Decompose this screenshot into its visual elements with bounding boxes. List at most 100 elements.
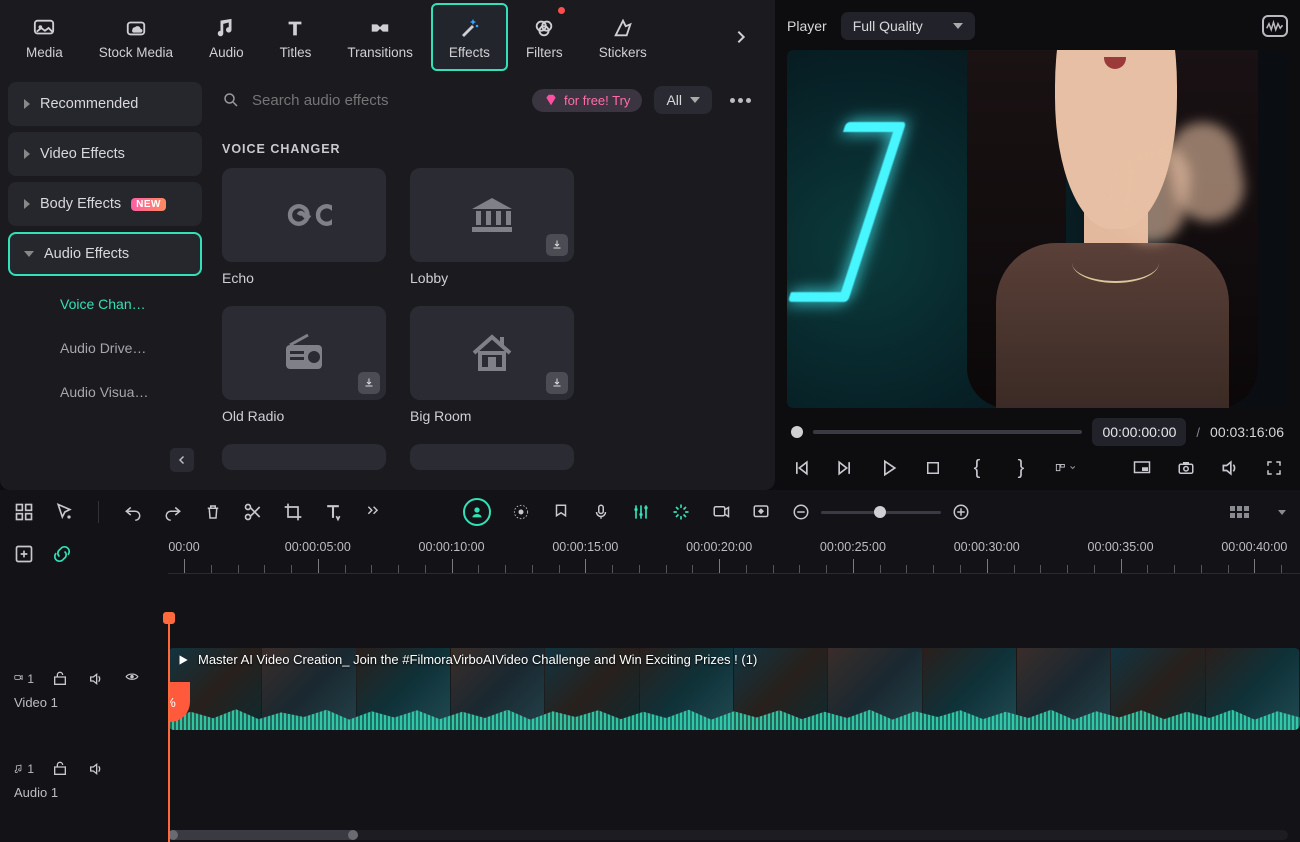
sidebar-sub-audio-visual[interactable]: Audio Visua… xyxy=(8,370,202,414)
effect-card-hidden[interactable] xyxy=(222,444,386,470)
effect-label: Old Radio xyxy=(222,408,386,424)
track-mute-button[interactable] xyxy=(86,759,106,779)
zoom-out-button[interactable] xyxy=(791,502,811,522)
sidebar-item-video-effects[interactable]: Video Effects xyxy=(8,132,202,176)
play-button[interactable] xyxy=(879,458,899,478)
ruler-label: 00:00:30:00 xyxy=(954,540,1020,554)
stop-button[interactable] xyxy=(923,458,943,478)
download-icon xyxy=(546,372,568,394)
crop-button[interactable] xyxy=(283,502,303,522)
snapshot-button[interactable] xyxy=(1176,458,1196,478)
keyframe-button[interactable] xyxy=(751,502,771,522)
tab-stock-media[interactable]: Stock Media xyxy=(81,3,191,71)
track-lock-button[interactable] xyxy=(50,669,70,689)
prev-frame-button[interactable] xyxy=(791,458,811,478)
try-free-label: for free! Try xyxy=(564,93,630,108)
zoom-in-button[interactable] xyxy=(951,502,971,522)
marker-button[interactable] xyxy=(551,502,571,522)
effect-card-lobby[interactable]: Lobby xyxy=(410,168,574,286)
tab-media[interactable]: Media xyxy=(8,3,81,71)
diamond-icon xyxy=(544,93,558,107)
effects-quick-button[interactable] xyxy=(511,502,531,522)
tab-stickers[interactable]: Stickers xyxy=(581,3,665,71)
search-icon xyxy=(222,91,240,109)
delete-button[interactable] xyxy=(203,502,223,522)
progress-track[interactable] xyxy=(813,430,1082,434)
try-free-pill[interactable]: for free! Try xyxy=(532,89,642,112)
sidebar-sub-audio-drive[interactable]: Audio Drive… xyxy=(8,326,202,370)
effect-label: Lobby xyxy=(410,270,574,286)
tab-media-label: Media xyxy=(26,45,63,60)
auto-beat-button[interactable] xyxy=(671,502,691,522)
sidebar-item-label: Audio Effects xyxy=(44,246,129,262)
voiceover-button[interactable] xyxy=(591,502,611,522)
effects-grid: Echo Lobby xyxy=(210,168,769,482)
track-lock-button[interactable] xyxy=(50,759,70,779)
sidebar-item-recommended[interactable]: Recommended xyxy=(8,82,202,126)
audio-mixer-button[interactable] xyxy=(631,502,651,522)
selection-tool-button[interactable] xyxy=(54,502,74,522)
chevron-down-icon xyxy=(690,97,700,103)
tab-filters[interactable]: Filters xyxy=(508,3,581,71)
fullscreen-button[interactable] xyxy=(1264,458,1284,478)
zoom-slider-thumb[interactable] xyxy=(874,506,886,518)
tab-effects[interactable]: Effects xyxy=(431,3,508,71)
sidebar-item-audio-effects[interactable]: Audio Effects xyxy=(8,232,202,276)
effect-card-old-radio[interactable]: Old Radio xyxy=(222,306,386,424)
tab-titles[interactable]: Titles xyxy=(262,3,330,71)
sidebar-sub-voice-changer[interactable]: Voice Chan… xyxy=(8,282,202,326)
next-frame-button[interactable] xyxy=(835,458,855,478)
split-button[interactable] xyxy=(243,502,263,522)
text-button[interactable] xyxy=(323,502,343,522)
more-tools-button[interactable] xyxy=(363,502,383,522)
tab-filters-label: Filters xyxy=(526,45,563,60)
timeline-scroll-thumb[interactable] xyxy=(168,830,358,840)
link-tracks-button[interactable] xyxy=(52,544,72,564)
filter-select[interactable]: All xyxy=(654,86,712,114)
effect-card-big-room[interactable]: Big Room xyxy=(410,306,574,424)
time-sep: / xyxy=(1196,425,1200,440)
search-input[interactable] xyxy=(252,92,520,109)
tab-audio[interactable]: Audio xyxy=(191,3,262,71)
zoom-slider[interactable] xyxy=(821,511,941,514)
bank-icon xyxy=(468,195,516,235)
effect-card-hidden[interactable] xyxy=(410,444,574,470)
tabs-scroll-right[interactable] xyxy=(715,24,767,50)
track-mute-button[interactable] xyxy=(86,669,106,689)
ruler-label: 00:00:20:00 xyxy=(686,540,752,554)
sidebar-item-body-effects[interactable]: Body Effects NEW xyxy=(8,182,202,226)
quality-select[interactable]: Full Quality xyxy=(841,12,975,40)
waveform-scope-button[interactable] xyxy=(1262,15,1288,37)
tab-effects-label: Effects xyxy=(449,45,490,60)
tab-transitions-label: Transitions xyxy=(347,45,413,60)
video-clip[interactable]: Master AI Video Creation_ Join the #Film… xyxy=(168,648,1300,730)
layout-grid-button[interactable] xyxy=(14,502,34,522)
playhead[interactable] xyxy=(168,618,170,842)
effect-card-echo[interactable]: Echo xyxy=(222,168,386,286)
undo-button[interactable] xyxy=(123,502,143,522)
progress-handle[interactable] xyxy=(791,426,803,438)
more-menu-button[interactable] xyxy=(724,98,757,103)
track-visibility-button[interactable] xyxy=(122,669,142,689)
chevron-down-icon xyxy=(1070,464,1075,472)
timeline-scrollbar[interactable] xyxy=(168,830,1288,840)
pip-button[interactable] xyxy=(1132,458,1152,478)
media-icon xyxy=(31,15,57,41)
timeline-ruler[interactable]: 00:0000:00:05:0000:00:10:0000:00:15:0000… xyxy=(168,534,1300,574)
add-track-button[interactable] xyxy=(14,544,34,564)
redo-button[interactable] xyxy=(163,502,183,522)
notification-dot-icon xyxy=(558,7,565,14)
timeline-view-toggle[interactable] xyxy=(1230,506,1252,518)
chevron-left-icon xyxy=(176,454,188,466)
video-preview[interactable] xyxy=(787,50,1288,408)
mark-out-button[interactable]: } xyxy=(1011,458,1031,478)
tab-transitions[interactable]: Transitions xyxy=(329,3,431,71)
ruler-label: 00:00 xyxy=(168,540,199,554)
render-button[interactable] xyxy=(711,502,731,522)
mark-in-button[interactable]: { xyxy=(967,458,987,478)
ai-avatar-button[interactable] xyxy=(463,498,491,526)
chevron-right-icon xyxy=(733,24,749,50)
layout-button[interactable] xyxy=(1055,458,1075,478)
volume-button[interactable] xyxy=(1220,458,1240,478)
sidebar-collapse-button[interactable] xyxy=(170,448,194,472)
